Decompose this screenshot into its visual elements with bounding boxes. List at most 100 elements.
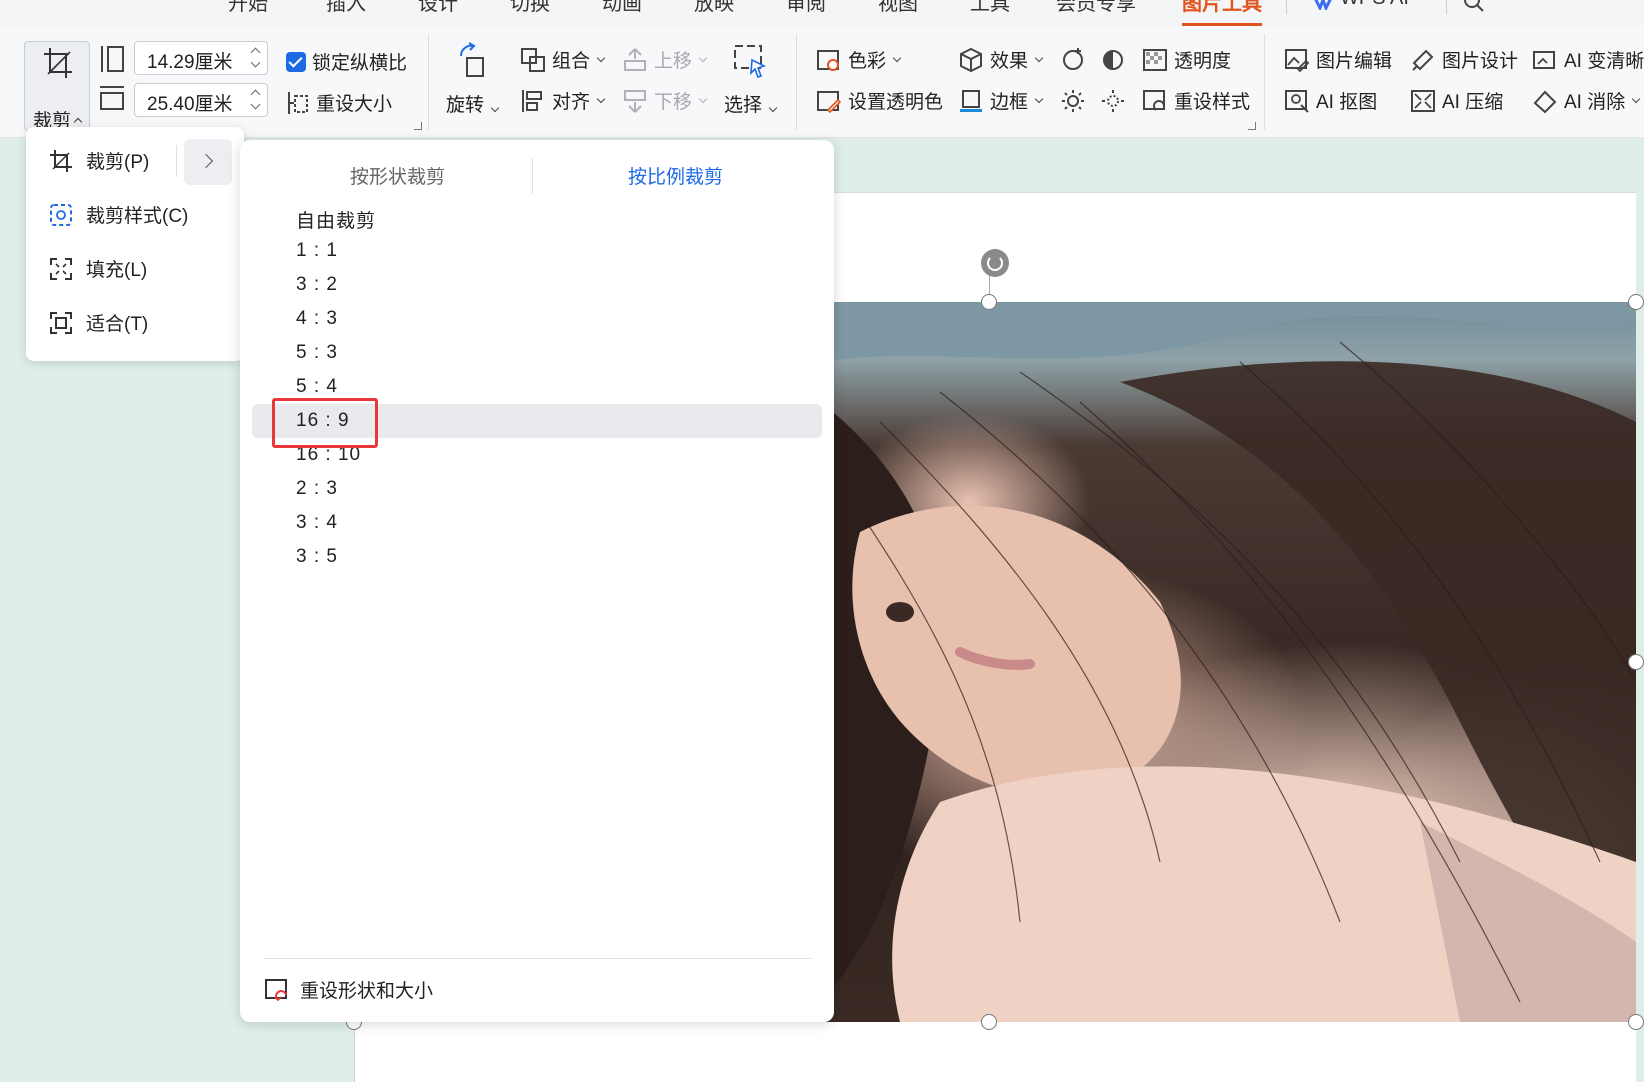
resize-handle-top-right[interactable] — [1628, 294, 1644, 310]
crop-submenu-expand-chevron-icon[interactable] — [184, 139, 232, 185]
reset-size-button[interactable]: 重设大小 — [286, 89, 392, 116]
effect-cube-icon — [960, 47, 982, 72]
rotate-handle-icon[interactable] — [981, 249, 1009, 277]
ratio-option[interactable]: 3 : 4 — [252, 506, 822, 540]
ratio-option[interactable]: 1 : 1 — [252, 234, 822, 268]
lock-aspect-ratio-checkbox[interactable]: 锁定纵横比 — [286, 48, 407, 75]
search-icon[interactable] — [1462, 0, 1486, 14]
tab-design[interactable]: 设计 — [418, 0, 458, 16]
resize-handle-top[interactable] — [981, 294, 997, 310]
picture-edit-button[interactable]: 图片编辑 — [1284, 46, 1392, 73]
width-input[interactable]: 25.40厘米 — [134, 83, 268, 117]
tab-review[interactable]: 审阅 — [786, 0, 826, 16]
tab-picture-tools[interactable]: 图片工具 — [1182, 0, 1262, 26]
effect-button[interactable]: 效果 — [958, 46, 1044, 73]
picture-edit-icon — [1285, 48, 1310, 72]
resize-handle-bottom[interactable] — [981, 1014, 997, 1030]
ai-compress-button[interactable]: AI 压缩 — [1410, 87, 1503, 114]
reset-size-icon — [288, 91, 308, 114]
tab-slideshow[interactable]: 放映 — [694, 0, 734, 16]
transparency-button[interactable]: 透明度 — [1142, 46, 1231, 73]
move-down-icon — [624, 89, 646, 113]
color-palette-icon — [817, 49, 839, 71]
submenu-divider — [264, 958, 812, 959]
tab-crop-by-ratio[interactable]: 按比例裁剪 — [628, 162, 723, 189]
select-button[interactable]: 选择 — [722, 42, 778, 117]
tab-tools[interactable]: 工具 — [970, 0, 1010, 16]
group-button[interactable]: 组合 — [520, 46, 606, 73]
reset-shape-icon — [265, 978, 287, 1001]
ai-erase-button[interactable]: AI 消除 — [1532, 87, 1641, 114]
rotate-button[interactable]: 旋转 — [446, 42, 500, 117]
menu-item-fill[interactable]: 填充(L) — [48, 255, 147, 282]
tab-insert[interactable]: 插入 — [326, 0, 366, 16]
menu-item-crop-style[interactable]: 裁剪样式(C) — [48, 201, 188, 228]
move-down-button[interactable]: 下移 — [622, 87, 708, 114]
decrease-contrast-icon[interactable] — [1100, 46, 1126, 72]
align-left-icon — [522, 89, 542, 112]
tab-crop-by-shape[interactable]: 按形状裁剪 — [350, 162, 445, 189]
crop-icon — [50, 149, 72, 172]
ribbon-divider — [796, 34, 797, 130]
wps-ai-logo-icon — [1314, 0, 1332, 10]
resize-handle-right[interactable] — [1628, 654, 1644, 670]
height-stepper[interactable] — [250, 45, 261, 71]
reset-shape-and-size-button[interactable]: 重设形状和大小 — [264, 976, 433, 1003]
ai-cutout-button[interactable]: AI 抠图 — [1284, 87, 1377, 114]
move-up-button[interactable]: 上移 — [622, 46, 708, 73]
tab-home[interactable]: 开始 — [228, 0, 268, 16]
increase-contrast-icon[interactable] — [1060, 46, 1086, 72]
tab-wps-ai[interactable]: WPS AI — [1340, 0, 1409, 10]
ai-sharpen-icon — [1533, 50, 1555, 69]
tab-animation[interactable]: 动画 — [602, 0, 642, 16]
border-button[interactable]: 边框 — [958, 87, 1044, 114]
transparent-color-icon — [817, 90, 842, 113]
fit-icon — [50, 311, 72, 334]
select-cursor-icon — [734, 45, 767, 79]
width-stepper[interactable] — [250, 87, 261, 113]
ratio-option[interactable]: 3 : 2 — [252, 268, 822, 302]
height-icon — [101, 46, 124, 72]
height-input[interactable]: 14.29厘米 — [134, 41, 268, 75]
ratio-option[interactable]: 自由裁剪 — [252, 200, 822, 234]
border-icon — [960, 89, 982, 112]
rotate-label: 旋转 — [446, 95, 485, 116]
tab-view[interactable]: 视图 — [878, 0, 918, 16]
height-value: 14.29厘米 — [147, 52, 233, 73]
crop-dropdown-menu: 裁剪(P) 裁剪样式(C) 填充(L) 适合(T) — [26, 127, 244, 361]
crop-button[interactable]: 裁剪 — [24, 41, 90, 132]
photo-hair-strands — [820, 302, 1636, 1022]
ratio-option[interactable]: 2 : 3 — [252, 472, 822, 506]
ratio-option[interactable]: 3 : 5 — [252, 540, 822, 574]
reset-style-button[interactable]: 重设样式 — [1142, 87, 1250, 114]
ai-compress-icon — [1411, 89, 1435, 112]
set-transparent-color-button[interactable]: 设置透明色 — [816, 87, 943, 114]
crop-icon — [44, 48, 72, 78]
submenu-tab-divider — [532, 158, 533, 194]
tab-member[interactable]: 会员专享 — [1056, 0, 1136, 16]
width-value: 25.40厘米 — [147, 94, 233, 115]
ai-sharpen-button[interactable]: AI 变清晰 — [1532, 46, 1644, 73]
checkbox-checked-icon — [286, 51, 306, 72]
ratio-option[interactable]: 4 : 3 — [252, 302, 822, 336]
increase-brightness-icon[interactable] — [1060, 87, 1086, 113]
picture-design-button[interactable]: 图片设计 — [1410, 46, 1518, 73]
decrease-brightness-icon[interactable] — [1100, 87, 1126, 113]
ribbon-tab-strip: 开始 插入 设计 切换 动画 放映 审阅 视图 工具 会员专享 图片工具 WPS… — [0, 0, 1644, 26]
tab-transition[interactable]: 切换 — [510, 0, 550, 16]
align-button[interactable]: 对齐 — [520, 87, 606, 114]
resize-handle-bottom-right[interactable] — [1628, 1014, 1644, 1030]
select-label: 选择 — [723, 95, 762, 116]
menu-item-crop[interactable]: 裁剪(P) — [48, 147, 149, 174]
rotate-icon — [459, 42, 484, 77]
ratio-list: 自由裁剪 1 : 13 : 24 : 35 : 35 : 4 16 : 9 16 : … — [252, 200, 822, 574]
ribbon-divider — [428, 34, 429, 130]
crop-ratio-submenu: 按形状裁剪 按比例裁剪 自由裁剪 1 : 13 : 24 : 35 : 35 : … — [240, 140, 834, 1022]
menu-item-fit[interactable]: 适合(T) — [48, 309, 148, 336]
color-button[interactable]: 色彩 — [816, 46, 902, 73]
ratio-option[interactable]: 5 : 3 — [252, 336, 822, 370]
tab-separator — [1446, 0, 1447, 14]
style-dialog-launcher-icon[interactable] — [1248, 122, 1256, 130]
size-dialog-launcher-icon[interactable] — [414, 122, 422, 130]
selected-picture[interactable] — [820, 302, 1636, 1022]
